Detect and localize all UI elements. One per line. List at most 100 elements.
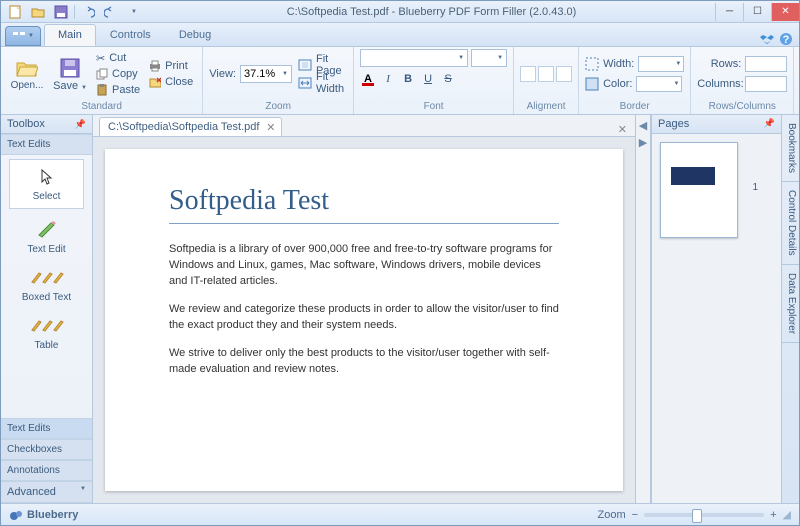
italic-button[interactable]: I [380,71,396,87]
fill-icon [585,77,599,91]
zoom-slider[interactable] [644,513,764,517]
underline-button[interactable]: U [420,71,436,87]
brand: Blueberry [9,508,78,522]
bold-button[interactable]: B [400,71,416,87]
copy-button[interactable]: Copy [93,66,143,82]
zoom-out-icon[interactable]: − [632,509,638,521]
paste-button[interactable]: Paste [93,82,143,98]
doc-heading: Softpedia Test [169,185,559,224]
page-thumbnail[interactable] [660,142,738,238]
view-label: View: [209,68,236,80]
boxed-pencils-icon [30,267,64,289]
toolbox-pin-icon[interactable]: 📌 [75,119,86,130]
app-menu-button[interactable]: ▼ [5,26,41,46]
nav-prev-icon[interactable]: ◀ [639,119,647,132]
fit-width-button[interactable]: Fit Width [295,75,347,91]
pages-pin-icon[interactable]: 📌 [764,118,775,130]
ribbon-group-highlight: Highlight Controls [794,47,800,114]
border-color-combobox[interactable]: ▼ [636,76,682,92]
pages-title: Pages [658,118,689,130]
brand-text: Blueberry [27,509,78,521]
side-tab-control-details[interactable]: Control Details [782,182,799,265]
rows-input[interactable] [745,56,787,72]
font-color-button[interactable]: A [360,71,376,87]
pencil-icon [36,219,58,241]
qat-open-icon[interactable] [28,3,48,21]
open-button[interactable]: Open... [7,55,47,93]
workspace: Toolbox📌 Text Edits Select Text Edit Box… [1,115,799,503]
copy-icon [96,68,108,80]
ribbon-group-font: ▼ ▼ A I B U S Font [354,47,514,114]
document-tab[interactable]: C:\Softpedia\Softpedia Test.pdf✕ [99,117,282,136]
zoom-in-icon[interactable]: + [770,509,776,521]
columns-input[interactable] [745,76,787,92]
pages-panel: Pages 📌 1 Bookmarks Control Details Data … [651,115,799,503]
align-right-button[interactable] [556,66,572,82]
border-width-label: Width: [603,58,634,70]
toolbox-group-annotations[interactable]: Annotations [1,460,92,481]
cut-button[interactable]: ✂Cut [93,50,143,66]
fit-width-icon [298,77,312,89]
qat-save-icon[interactable] [51,3,71,21]
doc-paragraph: Softpedia is a library of over 900,000 f… [169,242,559,290]
font-size-combobox[interactable]: ▼ [471,49,507,67]
toolbox-group-textedits[interactable]: Text Edits [1,418,92,439]
maximize-button[interactable]: ☐ [743,3,771,21]
help-icon[interactable]: ? [779,32,793,46]
fit-page-icon [298,59,312,71]
ribbon-tabs: ▼ Main Controls Debug ? [1,23,799,47]
window-title: C:\Softpedia Test.pdf - Blueberry PDF Fo… [148,6,715,18]
side-tab-bookmarks[interactable]: Bookmarks [782,115,799,182]
tool-table[interactable]: Table [1,309,92,357]
tab-main[interactable]: Main [44,24,96,46]
close-button[interactable]: ✕ [771,3,799,21]
qat-redo-icon[interactable] [101,3,121,21]
dropbox-icon[interactable] [760,32,774,46]
document-area: C:\Softpedia\Softpedia Test.pdf✕ ✕ Softp… [93,115,635,503]
align-center-button[interactable] [538,66,554,82]
tool-select[interactable]: Select [9,159,84,209]
qat-new-icon[interactable] [5,3,25,21]
border-width-combobox[interactable]: ▼ [638,56,684,72]
font-family-combobox[interactable]: ▼ [360,49,468,67]
group-label-zoom: Zoom [203,101,353,114]
columns-label: Columns: [697,78,741,90]
resize-grip-icon[interactable]: ◢ [783,508,791,521]
qat-undo-icon[interactable] [78,3,98,21]
qat-menu-dropdown[interactable]: ▼ [124,3,144,21]
side-tabs: Bookmarks Control Details Data Explorer [781,115,799,503]
tab-controls[interactable]: Controls [96,24,165,46]
tool-text-edit[interactable]: Text Edit [1,213,92,261]
save-button[interactable]: Save ▼ [50,55,90,94]
document-page: Softpedia Test Softpedia is a library of… [105,149,623,491]
strike-button[interactable]: S [440,71,456,87]
doc-paragraph: We review and categorize these products … [169,302,559,334]
close-all-tabs-icon[interactable]: ✕ [610,123,635,136]
align-left-button[interactable] [520,66,536,82]
close-doc-button[interactable]: Close [146,74,196,90]
close-doc-icon [149,76,161,88]
close-tab-icon[interactable]: ✕ [266,121,275,134]
toolbox-group-checkboxes[interactable]: Checkboxes [1,439,92,460]
blueberry-logo-icon [9,508,23,522]
window-controls: ─ ☐ ✕ [715,3,799,21]
border-icon [585,57,599,71]
page-thumbnails[interactable]: 1 [652,134,781,503]
tab-debug[interactable]: Debug [165,24,225,46]
minimize-button[interactable]: ─ [715,3,743,21]
tool-boxed-text[interactable]: Boxed Text [1,261,92,309]
clipboard-icon [96,84,108,96]
svg-text:?: ? [783,34,790,46]
document-canvas[interactable]: Softpedia Test Softpedia is a library of… [93,137,635,503]
nav-next-icon[interactable]: ▶ [639,136,647,149]
group-label-font: Font [354,101,513,114]
toolbox-group-advanced[interactable]: Advanced▼ [1,481,92,503]
print-button[interactable]: Print [146,58,196,74]
save-floppy-icon [58,57,82,79]
rows-label: Rows: [697,58,741,70]
printer-icon [149,60,161,72]
side-tab-data-explorer[interactable]: Data Explorer [782,265,799,343]
cursor-icon [39,166,55,188]
zoom-combobox[interactable]: 37.1%▼ [240,65,292,83]
quick-access-toolbar: ▼ [1,3,148,21]
